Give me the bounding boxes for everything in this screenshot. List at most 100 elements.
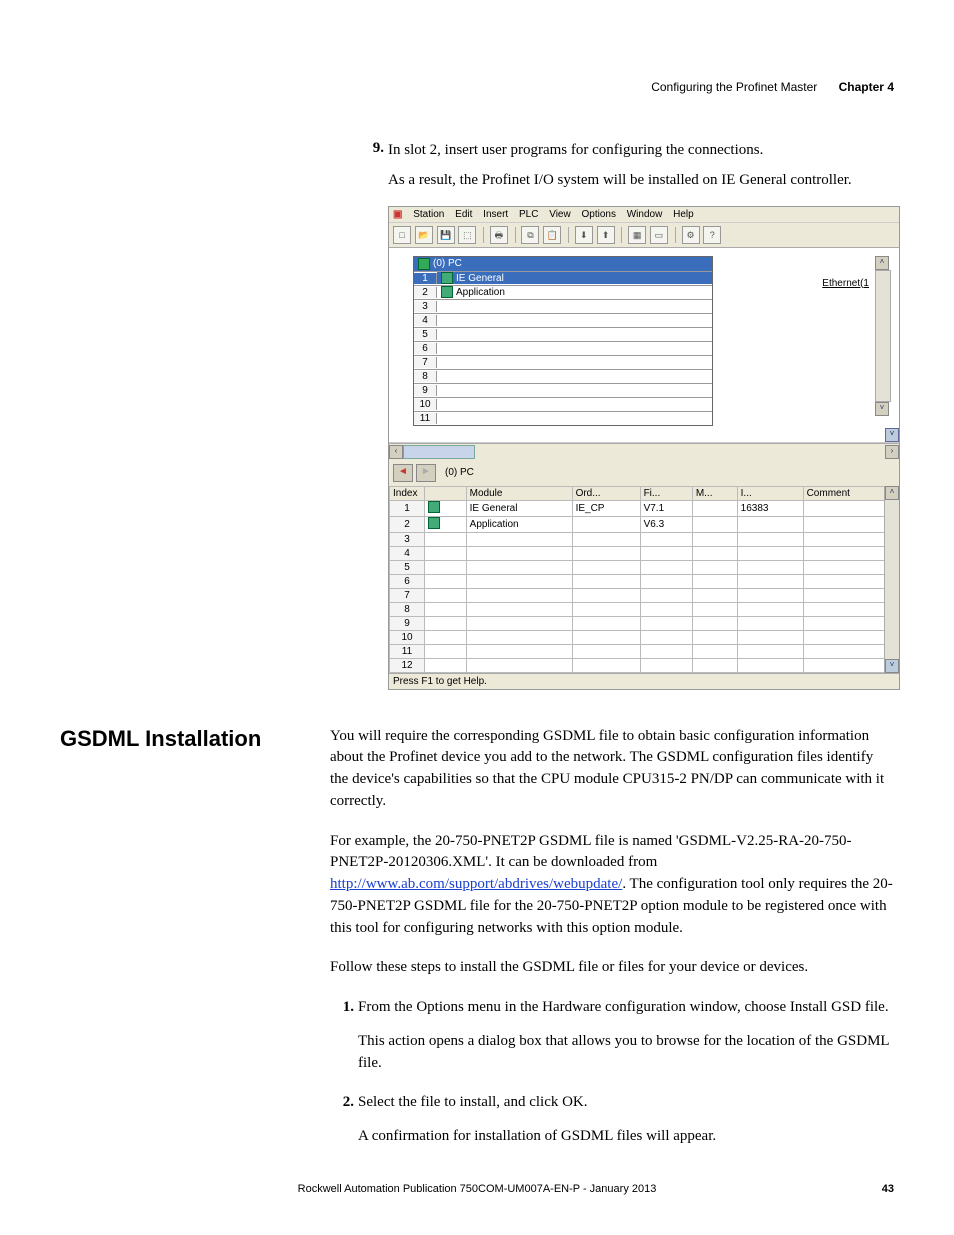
table-cell (425, 588, 467, 602)
table-cell (737, 644, 803, 658)
table-row[interactable]: 10 (390, 630, 899, 644)
network-icon[interactable]: ⚙ (682, 226, 700, 244)
table-row[interactable]: 8 (390, 602, 899, 616)
rack-row[interactable]: 6 (414, 341, 712, 355)
substep2-number: 2. (330, 1092, 354, 1114)
table-row[interactable]: 12 (390, 658, 899, 672)
rack-row[interactable]: 11 (414, 411, 712, 425)
grid-scroll-up-icon[interactable]: ˄ (885, 486, 899, 500)
table-row[interactable]: 3 (390, 532, 899, 546)
upload-icon[interactable]: ⬆ (597, 226, 615, 244)
hscroll-bar[interactable]: ‹ › (389, 443, 899, 460)
table-cell (425, 532, 467, 546)
rack-row[interactable]: 8 (414, 369, 712, 383)
hscroll-thumb[interactable] (403, 445, 475, 459)
grid-header[interactable]: Fi... (640, 486, 692, 500)
rack-row[interactable]: 10 (414, 397, 712, 411)
catalog-icon[interactable]: ▭ (650, 226, 668, 244)
table-cell: 2 (390, 516, 425, 532)
grid-header[interactable]: Ord... (572, 486, 640, 500)
gsdml-para-3: Follow these steps to install the GSDML … (330, 957, 894, 979)
table-cell: Application (466, 516, 572, 532)
table-cell (640, 560, 692, 574)
rack-row[interactable]: 4 (414, 313, 712, 327)
table-cell (572, 532, 640, 546)
table-cell (466, 532, 572, 546)
table-cell: 5 (390, 560, 425, 574)
menu-view[interactable]: View (549, 209, 571, 220)
rack-row[interactable]: 9 (414, 383, 712, 397)
menu-window[interactable]: Window (627, 209, 663, 220)
scroll-up-icon[interactable]: ˄ (875, 256, 889, 270)
table-cell (640, 630, 692, 644)
rack-slot-number: 6 (414, 343, 437, 354)
table-row[interactable]: 9 (390, 616, 899, 630)
nav-fwd-button[interactable]: ► (416, 464, 436, 482)
table-row[interactable]: 7 (390, 588, 899, 602)
menu-plc[interactable]: PLC (519, 209, 538, 220)
table-row[interactable]: 2ApplicationV6.3 (390, 516, 899, 532)
download-icon[interactable]: ⬇ (575, 226, 593, 244)
rack-vscroll[interactable]: ˄ ˅ (875, 256, 891, 416)
scroll-down-icon[interactable]: ˅ (875, 402, 889, 416)
table-row[interactable]: 11 (390, 644, 899, 658)
table-cell (572, 546, 640, 560)
save-icon[interactable]: 💾 (437, 226, 455, 244)
menu-station[interactable]: Station (413, 209, 444, 220)
table-cell: V7.1 (640, 500, 692, 516)
menu-insert[interactable]: Insert (483, 209, 508, 220)
open-icon[interactable]: 📂 (415, 226, 433, 244)
grid-header[interactable]: Index (390, 486, 425, 500)
module-icon[interactable]: ▦ (628, 226, 646, 244)
rack-row[interactable]: 1IE General (414, 271, 712, 285)
grid-header[interactable]: Module (466, 486, 572, 500)
menu-options[interactable]: Options (581, 209, 615, 220)
rack-slot-module: Application (437, 286, 712, 298)
table-cell (572, 644, 640, 658)
table-row[interactable]: 5 (390, 560, 899, 574)
save2-icon[interactable]: ⬚ (458, 226, 476, 244)
section-heading: GSDML Installation (60, 726, 330, 1166)
page-header: Configuring the Profinet Master Chapter … (651, 80, 894, 94)
print-icon[interactable]: 🖶 (490, 226, 508, 244)
table-cell (572, 658, 640, 672)
grid-vscroll[interactable]: ˄ ˅ (884, 486, 899, 673)
grid-header[interactable] (425, 486, 467, 500)
copy-icon[interactable]: ⧉ (521, 226, 539, 244)
help-icon[interactable]: ? (703, 226, 721, 244)
new-icon[interactable]: □ (393, 226, 411, 244)
p2-text-a: For example, the 20-750-PNET2P GSDML fil… (330, 833, 852, 871)
table-row[interactable]: 1IE GeneralIE_CPV7.116383 (390, 500, 899, 516)
substep1-after: This action opens a dialog box that allo… (358, 1031, 894, 1075)
table-cell (737, 630, 803, 644)
grid-header[interactable]: M... (692, 486, 737, 500)
table-cell: 12 (390, 658, 425, 672)
download-link[interactable]: http://www.ab.com/support/abdrives/webup… (330, 876, 622, 892)
pane-scroll-down-icon[interactable]: ˅ (885, 428, 899, 442)
grid-scroll-down-icon[interactable]: ˅ (885, 659, 899, 673)
rack-slot-number: 1 (414, 273, 437, 284)
toolbar: □ 📂 💾 ⬚ 🖶 ⧉ 📋 ⬇ ⬆ ▦ ▭ ⚙ ? (389, 223, 899, 248)
table-row[interactable]: 6 (390, 574, 899, 588)
gsdml-para-1: You will require the corresponding GSDML… (330, 726, 894, 813)
nav-back-button[interactable]: ◄ (393, 464, 413, 482)
table-cell (425, 658, 467, 672)
table-row[interactable]: 4 (390, 546, 899, 560)
table-cell (572, 588, 640, 602)
paste-icon[interactable]: 📋 (543, 226, 561, 244)
header-chapter: Chapter 4 (839, 80, 894, 94)
table-cell (692, 644, 737, 658)
rack-row[interactable]: 5 (414, 327, 712, 341)
hscroll-right-icon[interactable]: › (885, 445, 899, 459)
rack-row[interactable]: 3 (414, 299, 712, 313)
menu-help[interactable]: Help (673, 209, 694, 220)
rack-slot-number: 5 (414, 329, 437, 340)
grid-header[interactable]: I... (737, 486, 803, 500)
table-cell (737, 574, 803, 588)
rack-row[interactable]: 2Application (414, 285, 712, 299)
step-9: 9. In slot 2, insert user programs for c… (360, 140, 894, 162)
menu-edit[interactable]: Edit (455, 209, 472, 220)
hscroll-left-icon[interactable]: ‹ (389, 445, 403, 459)
row-module-icon (428, 517, 440, 529)
rack-row[interactable]: 7 (414, 355, 712, 369)
